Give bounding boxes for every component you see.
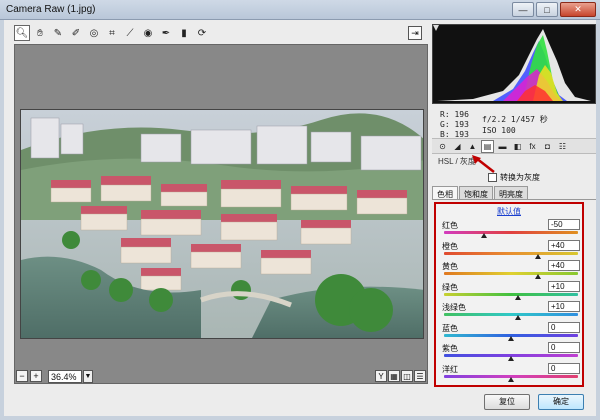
toolbar: 🔍︎ ✋︎ ✎ ✐ ◎ ⌗ ⟋ ◉ ✒ ▮ ⟳ [14, 24, 424, 42]
histogram [432, 24, 596, 104]
slider-thumb[interactable] [534, 253, 541, 259]
ok-button[interactable]: 确定 [538, 394, 584, 410]
hue-sliders-panel: 默认值 红色 -50 橙色 +40 黄色 +40 绿色 +10 浅绿色 +10 蓝色 0 紫色 0 洋红 0 [434, 202, 584, 387]
window-title: Camera Raw (1.jpg) [6, 4, 96, 15]
reset-button[interactable]: 复位 [484, 394, 530, 410]
camera-raw-dialog: 🔍︎ ✋︎ ✎ ✐ ◎ ⌗ ⟋ ◉ ✒ ▮ ⟳ ⇥ − + 36.4% ▼ Y … [0, 20, 600, 420]
hue-slider-row: 绿色 +10 [442, 280, 580, 302]
effects-tab-icon[interactable]: fx [526, 140, 539, 153]
hand-icon[interactable]: ✋︎ [32, 25, 48, 41]
chevron-down-icon[interactable]: ▼ [83, 369, 93, 383]
slider-value-input[interactable]: +40 [548, 239, 580, 251]
slider-value-input[interactable]: +10 [548, 280, 580, 292]
zoom-out-button[interactable]: − [16, 370, 28, 382]
camera-calibration-tab-icon[interactable]: ◘ [541, 140, 554, 153]
slider-track[interactable] [444, 251, 578, 255]
basic-tab-icon[interactable]: ⊙ [436, 140, 449, 153]
preview-photo [20, 109, 424, 339]
zoom-icon[interactable]: 🔍︎ [14, 25, 30, 41]
slider-track[interactable] [444, 292, 578, 296]
green-value: G: 193 [440, 120, 469, 129]
close-button[interactable]: ✕ [560, 2, 596, 17]
iso-info: ISO 100 [482, 126, 516, 135]
maximize-button[interactable]: □ [536, 2, 558, 17]
hue-slider-row: 蓝色 0 [442, 321, 580, 343]
slider-thumb[interactable] [514, 294, 521, 300]
view-menu-icon[interactable]: ☰ [414, 370, 426, 382]
hue-slider-row: 红色 -50 [442, 219, 580, 240]
zoom-level[interactable]: 36.4% [48, 369, 82, 383]
hue-slider-row: 洋红 0 [442, 362, 580, 384]
slider-label: 橙色 [442, 241, 458, 251]
tone-curve-tab-icon[interactable]: ◢ [451, 140, 464, 153]
slider-label: 黄色 [442, 262, 458, 271]
presets-tab-icon[interactable]: ☷ [556, 140, 569, 153]
exposure-info: f/2.2 1/457 秒 [482, 115, 548, 124]
before-after-icon[interactable]: Y [375, 370, 387, 382]
annotation-arrow [472, 155, 495, 173]
zoom-in-button[interactable]: + [30, 370, 42, 382]
redeye-icon[interactable]: ◉ [140, 25, 156, 41]
minimize-button[interactable]: — [512, 2, 534, 17]
slider-label: 浅绿色 [442, 303, 466, 312]
straighten-icon[interactable]: ⟋ [122, 25, 138, 41]
tab-luminance[interactable]: 明亮度 [494, 186, 528, 199]
slider-value-input[interactable]: 0 [548, 342, 580, 353]
slider-value-input[interactable]: -50 [548, 219, 580, 230]
slider-label: 绿色 [442, 282, 458, 292]
zoom-bar: − + 36.4% ▼ Y ▦ ◫ ☰ [14, 368, 428, 384]
slider-track[interactable] [444, 313, 578, 316]
hue-slider-row: 紫色 0 [442, 342, 580, 363]
slider-thumb[interactable] [481, 233, 488, 238]
hsl-subtabs: 色相 饱和度 明亮度 [432, 186, 596, 200]
grayscale-checkbox[interactable] [488, 173, 497, 182]
slider-track[interactable] [444, 231, 578, 234]
red-value: R: 196 [440, 110, 469, 119]
section-title: HSL / 灰度 [438, 157, 476, 166]
filter-icon[interactable]: ▮ [176, 25, 192, 41]
slider-label: 紫色 [442, 344, 458, 353]
slider-thumb[interactable] [508, 376, 514, 382]
eyedropper-icon[interactable]: ✎ [50, 25, 66, 41]
slider-thumb[interactable] [508, 356, 514, 361]
tab-hue[interactable]: 色相 [432, 186, 458, 199]
title-bar: Camera Raw (1.jpg) — □ ✕ [0, 0, 600, 20]
hsl-tab-icon[interactable]: ▤ [481, 139, 494, 153]
slider-thumb[interactable] [508, 335, 514, 341]
split-toning-tab-icon[interactable]: ▬ [496, 140, 509, 153]
hue-slider-row: 黄色 +40 [442, 260, 580, 281]
open-image-icon[interactable]: ⇥ [408, 26, 422, 40]
tab-saturation[interactable]: 饱和度 [459, 186, 493, 199]
slider-thumb[interactable] [514, 315, 521, 320]
panel-tabs: ⊙ ◢ ▲ ▤ ▬ ◧ fx ◘ ☷ [432, 138, 596, 154]
slider-value-input[interactable]: +10 [548, 301, 580, 312]
grayscale-label: 转换为灰度 [500, 173, 540, 182]
adjustment-panel: R: 196 G: 193 B: 193 f/2.2 1/457 秒 ISO 1… [432, 24, 596, 388]
slider-label: 洋红 [442, 364, 458, 374]
slider-value-input[interactable]: 0 [548, 321, 580, 333]
detail-tab-icon[interactable]: ▲ [466, 140, 479, 153]
hue-slider-row: 浅绿色 +10 [442, 301, 580, 322]
slider-label: 蓝色 [442, 323, 458, 333]
pixel-readout: R: 196 G: 193 B: 193 f/2.2 1/457 秒 ISO 1… [432, 108, 596, 142]
crop-icon[interactable]: ⌗ [104, 25, 120, 41]
image-preview[interactable] [14, 44, 428, 384]
toggle-view-icon[interactable]: ▦ [388, 370, 400, 382]
slider-thumb[interactable] [534, 274, 541, 279]
default-link[interactable]: 默认值 [436, 206, 582, 217]
brush-icon[interactable]: ✒ [158, 25, 174, 41]
slider-value-input[interactable]: +40 [548, 260, 580, 271]
hue-slider-row: 橙色 +40 [442, 239, 580, 261]
swap-view-icon[interactable]: ◫ [401, 370, 413, 382]
rotate-icon[interactable]: ⟳ [194, 25, 210, 41]
lens-tab-icon[interactable]: ◧ [511, 140, 524, 153]
slider-value-input[interactable]: 0 [548, 362, 580, 374]
target-adjust-icon[interactable]: ◎ [86, 25, 102, 41]
slider-track[interactable] [444, 272, 578, 275]
slider-label: 红色 [442, 221, 458, 230]
color-sampler-icon[interactable]: ✐ [68, 25, 84, 41]
